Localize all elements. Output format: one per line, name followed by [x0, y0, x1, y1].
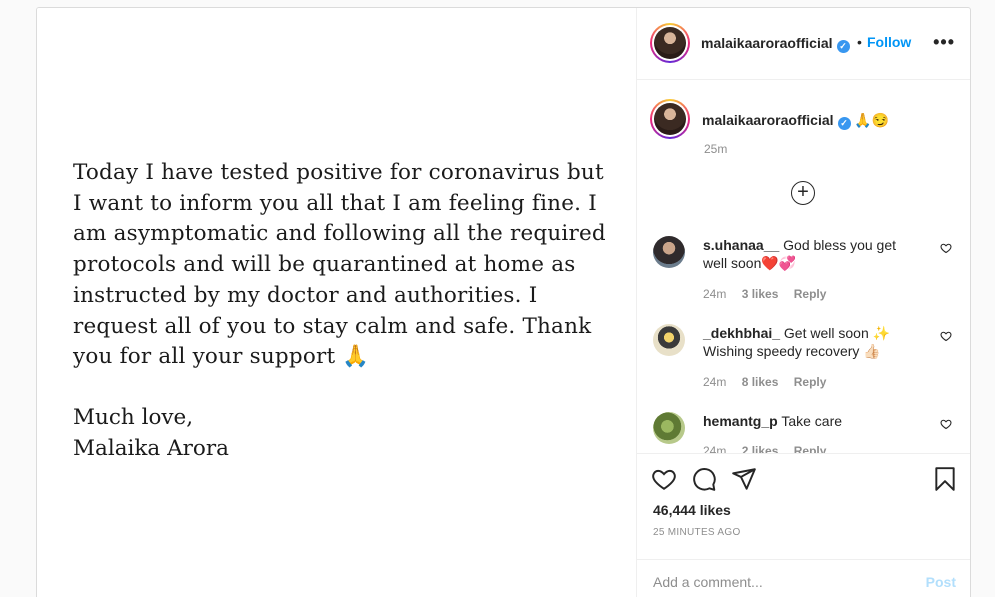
heart-icon[interactable]	[651, 466, 677, 492]
signoff-line: Much love,	[73, 405, 194, 430]
commenter-avatar[interactable]	[653, 324, 685, 356]
commenter-username[interactable]: hemantg_p	[703, 413, 778, 429]
comment-text-block: hemantg_p Take care	[703, 412, 923, 430]
commenter-avatar[interactable]	[653, 236, 685, 268]
post-image[interactable]: Today I have tested positive for coronav…	[37, 8, 636, 597]
header-separator: •	[857, 34, 862, 50]
follow-button[interactable]: Follow	[867, 34, 911, 50]
verified-badge-icon: ✓	[836, 40, 850, 53]
post-image-text: Today I have tested positive for coronav…	[73, 158, 633, 373]
caption-time[interactable]: 25m	[704, 142, 727, 156]
commenter-username[interactable]: _dekhbhai_	[703, 325, 780, 341]
commenter-username[interactable]: s.uhanaa__	[703, 237, 779, 253]
comment-time[interactable]: 24m	[703, 444, 726, 453]
author-avatar[interactable]	[650, 23, 690, 63]
comment-text-block: s.uhanaa__ God bless you get well soon❤️…	[703, 236, 923, 272]
post-comment-button[interactable]: Post	[926, 574, 956, 590]
add-comment-bar: Post	[637, 559, 970, 597]
reply-button[interactable]: Reply	[794, 375, 827, 389]
instagram-post: Today I have tested positive for coronav…	[36, 7, 971, 597]
add-comment-input[interactable]	[653, 574, 893, 590]
comment-meta: 24m 2 likes Reply	[703, 444, 838, 453]
comment-text-block: _dekhbhai_ Get well soon ✨ Wishing speed…	[703, 324, 923, 360]
post-actions: 46,444 likes 25 MINUTES AGO Post	[637, 453, 970, 597]
comment-meta: 24m 8 likes Reply	[703, 375, 838, 389]
post-header: malaikaaroraofficial ✓ • Follow •••	[637, 8, 970, 80]
post-image-line: am asymptomatic and following all the re…	[73, 221, 606, 247]
post-timestamp[interactable]: 25 MINUTES AGO	[653, 527, 741, 538]
post-image-line: request all of you to stay calm and safe…	[73, 313, 592, 339]
action-icons	[651, 466, 958, 494]
comment-like-heart-icon[interactable]	[940, 418, 952, 430]
reply-button[interactable]: Reply	[794, 444, 827, 453]
caption-text: 🙏😏	[854, 112, 890, 128]
caption-username-link[interactable]: malaikaaroraofficial ✓ 🙏😏	[702, 112, 889, 130]
comment-like-heart-icon[interactable]	[940, 242, 952, 254]
comment-likes[interactable]: 2 likes	[742, 444, 779, 453]
comment-meta: 24m 3 likes Reply	[703, 287, 838, 301]
post-image-line: protocols and will be quarantined at hom…	[73, 252, 576, 278]
post-image-signoff: Much love, Malaika Arora	[73, 403, 229, 464]
comments-section[interactable]: malaikaaroraofficial ✓ 🙏😏 25m + s.uhanaa_…	[637, 81, 970, 453]
post-image-line: you for all your support 🙏	[73, 344, 370, 370]
signoff-line: Malaika Arora	[73, 435, 229, 461]
comment-like-heart-icon[interactable]	[940, 330, 952, 342]
author-username[interactable]: malaikaaroraofficial	[701, 35, 833, 51]
verified-badge-icon: ✓	[837, 117, 851, 130]
comment-text: Take care	[781, 413, 843, 429]
caption-username[interactable]: malaikaaroraofficial	[702, 112, 834, 128]
post-image-line: Today I have tested positive for coronav…	[73, 160, 604, 185]
commenter-avatar[interactable]	[653, 412, 685, 444]
post-image-line: instructed by my doctor and authorities.…	[73, 282, 538, 308]
comment-likes[interactable]: 8 likes	[742, 375, 779, 389]
load-more-comments-icon[interactable]: +	[791, 181, 815, 205]
comment-likes[interactable]: 3 likes	[742, 287, 779, 301]
comment-time[interactable]: 24m	[703, 287, 726, 301]
likes-count[interactable]: 46,444 likes	[653, 502, 731, 518]
comment-time[interactable]: 24m	[703, 375, 726, 389]
comment-icon[interactable]	[691, 466, 717, 492]
post-image-line: I want to inform you all that I am feeli…	[73, 190, 597, 216]
post-sidebar: malaikaaroraofficial ✓ • Follow ••• malai…	[636, 8, 970, 597]
author-username-link[interactable]: malaikaaroraofficial ✓	[701, 35, 850, 53]
share-icon[interactable]	[731, 466, 757, 492]
caption-avatar[interactable]	[650, 99, 690, 139]
reply-button[interactable]: Reply	[794, 287, 827, 301]
bookmark-icon[interactable]	[932, 466, 958, 492]
more-options-icon[interactable]: •••	[933, 32, 955, 53]
